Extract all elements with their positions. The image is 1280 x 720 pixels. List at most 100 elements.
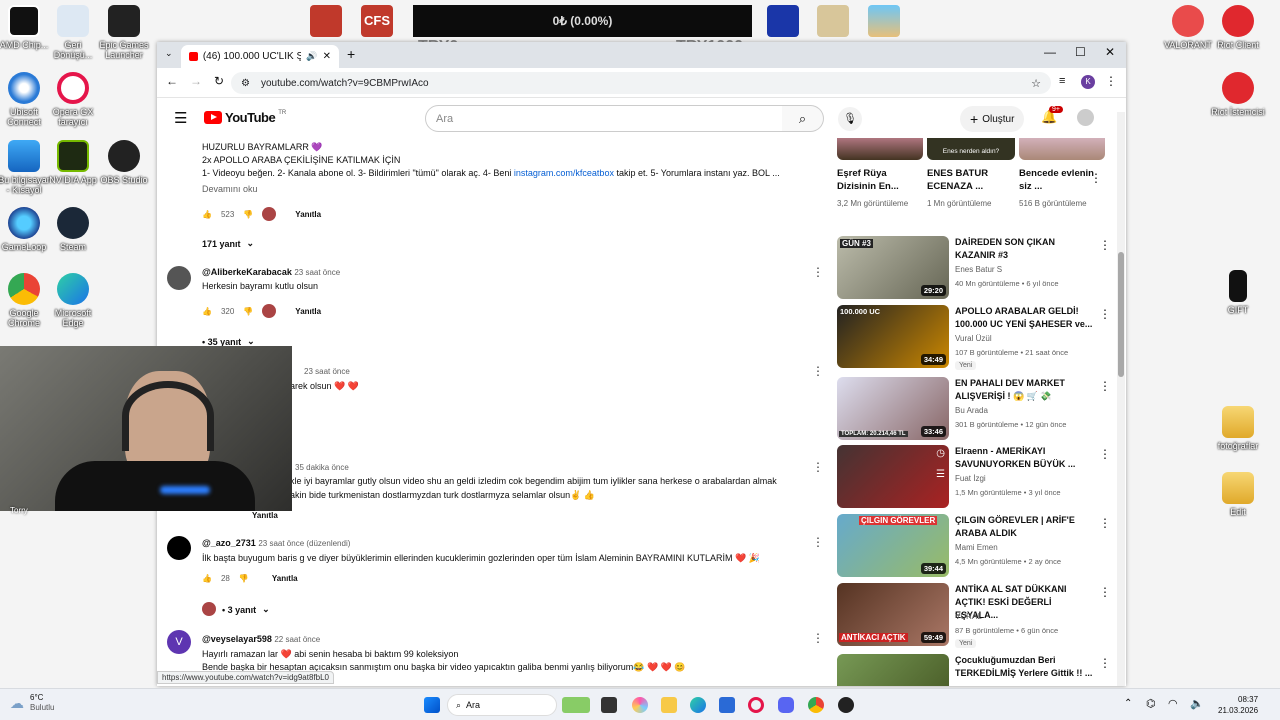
video-menu-icon[interactable]: ⋮: [1090, 171, 1102, 185]
reply-button[interactable]: Yanıtla: [272, 574, 298, 583]
new-tab-button[interactable]: +: [347, 46, 355, 62]
app-icon-r[interactable]: [817, 5, 849, 37]
avatar[interactable]: [167, 536, 191, 560]
copilot-icon[interactable]: [632, 697, 648, 713]
tab-close-icon[interactable]: ✕: [323, 51, 331, 62]
video-menu-icon[interactable]: ⋮: [1099, 307, 1111, 321]
watch-later-icon[interactable]: ◷: [936, 448, 945, 459]
tray-chevron-icon[interactable]: ⌃: [1124, 698, 1132, 709]
desktop-icon-opera-gx[interactable]: Opera GX tarayıcı: [45, 72, 101, 127]
url-field[interactable]: ⚙ youtube.com/watch?v=9CBMPrwIAco ☆: [231, 72, 1051, 94]
comment-menu-icon[interactable]: ⋮: [812, 364, 824, 378]
tab-search-icon[interactable]: ⌄: [165, 48, 173, 59]
profile-avatar[interactable]: K: [1081, 75, 1095, 89]
top-video-card[interactable]: Enes nerden aldın? ENES BATUR ECENAZA ..…: [927, 138, 1015, 222]
file-explorer-icon[interactable]: [661, 697, 677, 713]
desktop-icon-steam[interactable]: Steam: [45, 207, 101, 252]
instagram-link[interactable]: instagram.com/kfceatbox: [514, 168, 614, 178]
hamburger-menu-icon[interactable]: ☰: [174, 109, 187, 127]
video-menu-icon[interactable]: ⋮: [1099, 379, 1111, 393]
desktop-icon-valorant[interactable]: VALORANT: [1160, 5, 1216, 50]
reload-icon[interactable]: ↻: [214, 74, 224, 88]
create-button[interactable]: + Oluştur: [960, 106, 1025, 132]
desktop-icon-photos-folder[interactable]: fotoğraflar: [1210, 406, 1266, 451]
add-queue-icon[interactable]: ☰: [936, 469, 945, 480]
youtube-logo[interactable]: YouTube TR: [204, 110, 286, 125]
edge-taskbar-icon[interactable]: [690, 697, 706, 713]
reply-button[interactable]: Yanıtla: [252, 511, 278, 520]
site-info-icon[interactable]: ⚙: [241, 78, 250, 89]
store-icon[interactable]: [719, 697, 735, 713]
discord-icon[interactable]: [778, 697, 794, 713]
app-icon-red-1[interactable]: [310, 5, 342, 37]
comment-author[interactable]: @_azo_2731: [202, 538, 256, 548]
network-icon[interactable]: ⌬: [1146, 697, 1156, 710]
dislike-icon[interactable]: 👎: [243, 307, 253, 316]
dislike-icon[interactable]: 👎: [239, 574, 249, 583]
comment-menu-icon[interactable]: ⋮: [812, 535, 824, 549]
reply-button[interactable]: Yanıtla: [295, 210, 321, 219]
app-icon-blue[interactable]: [767, 5, 799, 37]
desktop-icon-riot-istemcisi[interactable]: Riot İstemcisi: [1210, 72, 1266, 117]
minimize-button[interactable]: —: [1044, 45, 1056, 59]
app-icon-cfs[interactable]: CFS: [361, 5, 393, 37]
microphone-icon[interactable]: 🎙: [838, 107, 862, 131]
obs-taskbar-icon[interactable]: [838, 697, 854, 713]
reply-button[interactable]: Yanıtla: [295, 307, 321, 316]
clock[interactable]: 08:37 21.03.2026: [1218, 694, 1258, 716]
search-input[interactable]: Ara: [425, 105, 783, 132]
account-avatar[interactable]: [1077, 109, 1094, 126]
video-menu-icon[interactable]: ⋮: [1099, 516, 1111, 530]
search-button[interactable]: ⌕: [782, 105, 824, 132]
chrome-menu-icon[interactable]: ⋮: [1105, 74, 1117, 88]
replies-toggle[interactable]: 171 yanıt ⌄: [202, 238, 254, 249]
forward-icon[interactable]: →: [190, 74, 202, 88]
volume-icon[interactable]: 🔈: [1190, 697, 1204, 710]
comment-menu-icon[interactable]: ⋮: [812, 460, 824, 474]
desktop-icon-riot-client[interactable]: Riot Client: [1210, 5, 1266, 50]
bookmark-star-icon[interactable]: ☆: [1031, 77, 1041, 90]
back-icon[interactable]: ←: [166, 74, 178, 88]
opera-gx-taskbar-icon[interactable]: [748, 697, 764, 713]
audio-icon[interactable]: 🔊: [306, 51, 317, 62]
desktop-icon-gift[interactable]: GIFT: [1210, 270, 1266, 315]
scrollbar[interactable]: [1117, 112, 1125, 686]
close-window-button[interactable]: ✕: [1105, 45, 1115, 59]
scrollbar-thumb[interactable]: [1118, 252, 1124, 377]
replies-toggle[interactable]: • 3 yanıt ⌄: [222, 604, 270, 615]
video-menu-icon[interactable]: ⋮: [1099, 238, 1111, 252]
like-icon[interactable]: 👍: [202, 307, 212, 316]
video-card[interactable]: ◷ ☰ Elraenn - AMERİKAYI SAVUNUYORKEN BÜYÜ…: [837, 445, 1111, 509]
desktop-icon-edge[interactable]: Microsoft Edge: [45, 273, 101, 328]
widgets-icon[interactable]: [562, 697, 590, 713]
avatar[interactable]: V: [167, 630, 191, 654]
windows-start-icon[interactable]: [424, 697, 440, 713]
video-card[interactable]: TOPLAM: 20.214,46 TL 33:46 EN PAHALI DEV …: [837, 377, 1111, 441]
video-card[interactable]: ANTİKACI AÇTIK 59:49 ANTİKA AL SAT DÜKKAN…: [837, 583, 1111, 648]
taskbar-search[interactable]: ⌕ Ara: [447, 694, 557, 716]
desktop-icon-obs[interactable]: OBS Studio: [96, 140, 152, 185]
video-menu-icon[interactable]: ⋮: [1099, 447, 1111, 461]
task-view-icon[interactable]: [601, 697, 617, 713]
dislike-icon[interactable]: 👎: [243, 210, 253, 219]
read-more-link[interactable]: Devamını oku: [202, 183, 258, 196]
like-icon[interactable]: 👍: [202, 210, 212, 219]
comment-menu-icon[interactable]: ⋮: [812, 631, 824, 645]
video-card[interactable]: ÇILGIN GÖREVLER 39:44 ÇILGIN GÖREVLER | A…: [837, 514, 1111, 578]
video-card[interactable]: Çocukluğumuzdan Beri TERKEDİLMİŞ Yerlere…: [837, 654, 1111, 686]
comment-author[interactable]: @veyselayar598: [202, 634, 272, 644]
video-card[interactable]: 100.000 UC 34:49 APOLLO ARABALAR GELDİ! 1…: [837, 305, 1111, 370]
video-menu-icon[interactable]: ⋮: [1099, 585, 1111, 599]
maximize-button[interactable]: ☐: [1075, 45, 1086, 59]
top-video-card[interactable]: Eşref Rüya Dizisinin En... 3,2 Mn görünt…: [837, 138, 923, 222]
avatar[interactable]: [167, 266, 191, 290]
comment-author[interactable]: @AliberkeKarabacak: [202, 267, 292, 277]
desktop-icon-edit[interactable]: Edit: [1210, 472, 1266, 517]
like-icon[interactable]: 👍: [202, 574, 212, 583]
desktop-icon-nvidia[interactable]: NVIDIA App: [45, 140, 101, 185]
tab-youtube[interactable]: (46) 100.000 UC'LİK ŞAHESE 🔊 ✕: [181, 45, 339, 68]
wifi-icon[interactable]: ◠: [1168, 697, 1178, 710]
app-icon-mountain[interactable]: [868, 5, 900, 37]
weather-widget[interactable]: ☁ 6°C Bulutlu: [10, 693, 54, 713]
comment-menu-icon[interactable]: ⋮: [812, 265, 824, 279]
